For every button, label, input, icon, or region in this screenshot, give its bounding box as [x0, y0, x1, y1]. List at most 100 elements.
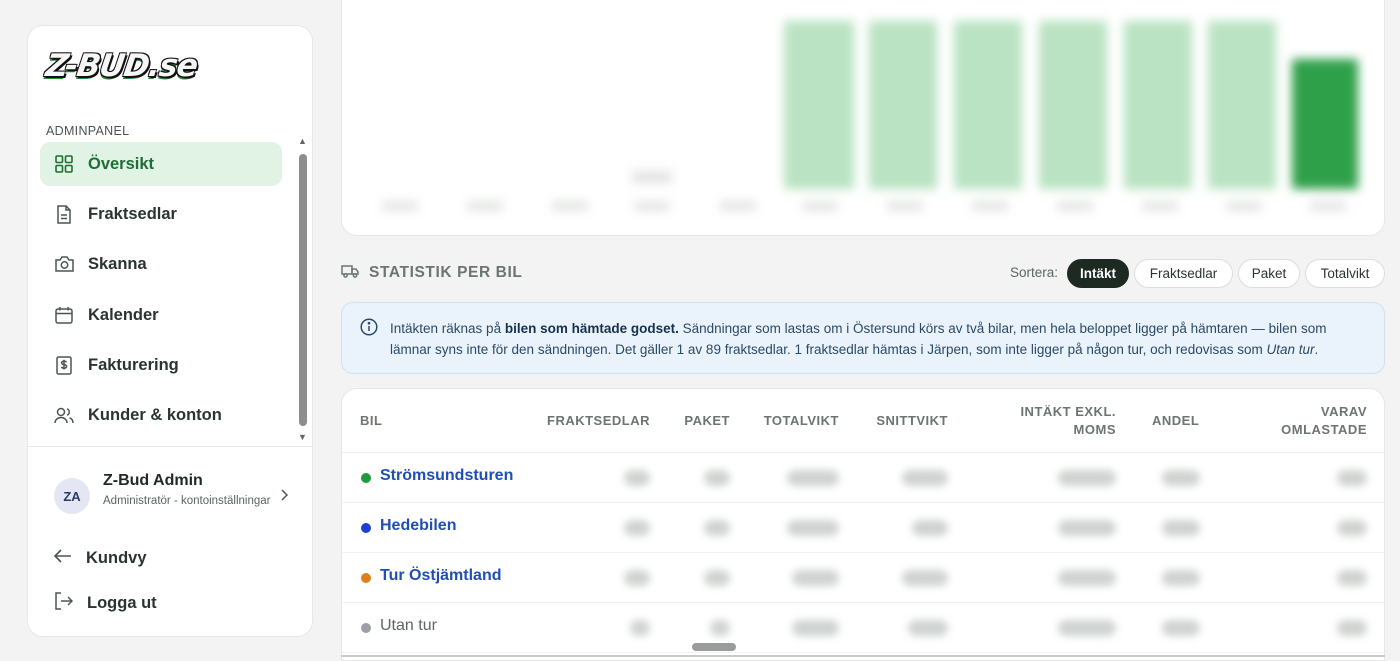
- avatar: ZA: [54, 478, 90, 514]
- vehicle-link[interactable]: Hedebilen: [380, 517, 456, 535]
- user-name: Z-Bud Admin: [103, 472, 203, 489]
- scroll-down-arrow-icon[interactable]: ▼: [298, 432, 307, 442]
- blurred-cell: [624, 470, 650, 486]
- blurred-cell: [1337, 470, 1367, 486]
- info-text-italic: Utan tur: [1266, 342, 1315, 357]
- truck-icon: [341, 264, 359, 283]
- table-bottom-border: [341, 655, 1385, 657]
- blurred-cell: [792, 570, 839, 586]
- table-row[interactable]: Utan tur: [342, 603, 1384, 653]
- column-header-bil[interactable]: BIL: [360, 412, 382, 430]
- logout-link[interactable]: Logga ut: [54, 588, 157, 618]
- sidebar: Z-BUD.se ADMINPANEL Översikt Fraktsedlar…: [27, 25, 313, 637]
- vehicle-stats-table: BIL FRAKTSEDLAR PAKET TOTALVIKT SNITTVIK…: [341, 388, 1385, 661]
- chart-card: [341, 0, 1385, 236]
- section-header: STATISTIK PER BIL: [341, 262, 522, 284]
- sidebar-item-fakturering[interactable]: Fakturering: [40, 343, 282, 387]
- sort-paket-button[interactable]: Paket: [1238, 259, 1300, 288]
- blurred-cell: [1162, 620, 1200, 636]
- blurred-cell: [1337, 570, 1367, 586]
- sidebar-item-kunder-konton[interactable]: Kunder & konton: [40, 393, 282, 437]
- sidebar-item-label: Översikt: [88, 154, 155, 173]
- blurred-cell: [1337, 520, 1367, 536]
- status-dot: [361, 473, 371, 483]
- sidebar-item-fraktsedlar[interactable]: Fraktsedlar: [40, 192, 282, 236]
- blurred-cell: [1337, 620, 1367, 636]
- sort-fraktsedlar-button[interactable]: Fraktsedlar: [1134, 259, 1233, 288]
- logo[interactable]: Z-BUD.se: [43, 48, 256, 88]
- logout-icon: [54, 591, 74, 615]
- column-header-intakt[interactable]: INTÄKT EXKL. MOMS: [982, 403, 1116, 439]
- sort-intakt-button[interactable]: Intäkt: [1067, 259, 1129, 288]
- blurred-cell: [912, 520, 948, 536]
- arrow-left-icon: [53, 548, 72, 568]
- status-dot: [361, 573, 371, 583]
- sidebar-item-kalender[interactable]: Kalender: [40, 293, 282, 337]
- status-dot: [361, 523, 371, 533]
- scroll-up-arrow-icon[interactable]: ▲: [298, 136, 307, 146]
- blurred-cell: [710, 620, 730, 636]
- table-row[interactable]: Hedebilen: [342, 503, 1384, 553]
- column-header-intakt-line: MOMS: [1073, 422, 1116, 437]
- logo-text: Z-BUD.se: [43, 48, 200, 84]
- table-row[interactable]: Tur Östjämtland: [342, 553, 1384, 603]
- column-header-paket[interactable]: PAKET: [662, 412, 730, 430]
- info-text-part: .: [1314, 342, 1319, 357]
- users-icon: [54, 405, 74, 425]
- blurred-cell: [1058, 570, 1116, 586]
- column-header-varav-omlastade[interactable]: VARAV OMLASTADE: [1242, 403, 1367, 439]
- sidebar-item-label: Fraktsedlar: [88, 204, 177, 223]
- blurred-cell: [1058, 470, 1116, 486]
- blurred-cell: [704, 520, 730, 536]
- sidebar-item-label: Skanna: [88, 254, 147, 273]
- scrollbar-thumb[interactable]: [299, 154, 307, 426]
- blurred-cell: [1162, 520, 1200, 536]
- grid-icon: [54, 154, 74, 174]
- panel-label: ADMINPANEL: [46, 124, 130, 138]
- horizontal-scrollbar-thumb[interactable]: [692, 643, 736, 651]
- info-banner: Intäkten räknas på bilen som hämtade god…: [341, 302, 1385, 374]
- sidebar-item-oversikt[interactable]: Översikt: [40, 142, 282, 186]
- column-header-intakt-line: INTÄKT EXKL.: [1020, 404, 1116, 419]
- chevron-right-icon: [280, 488, 289, 506]
- column-header-totalvikt[interactable]: TOTALVIKT: [742, 412, 839, 430]
- vehicle-link[interactable]: Tur Östjämtland: [380, 567, 502, 585]
- blurred-cell: [902, 470, 948, 486]
- sidebar-item-label: Kalender: [88, 305, 159, 324]
- customer-view-label: Kundvy: [86, 548, 147, 567]
- sidebar-scrollbar[interactable]: ▲ ▼: [296, 136, 310, 446]
- info-text-part: Intäkten räknas på: [390, 321, 505, 336]
- sidebar-item-skanna[interactable]: Skanna: [40, 242, 282, 286]
- blurred-cell: [902, 570, 948, 586]
- blurred-cell: [1058, 620, 1116, 636]
- blurred-cell: [787, 520, 839, 536]
- sidebar-divider: [28, 446, 312, 447]
- blurred-cell: [1162, 470, 1200, 486]
- customer-view-link[interactable]: Kundvy: [53, 543, 147, 573]
- blurred-cell: [624, 570, 650, 586]
- sort-totalvikt-button[interactable]: Totalvikt: [1305, 259, 1385, 288]
- camera-icon: [54, 254, 74, 274]
- column-header-varav-line: OMLASTADE: [1281, 422, 1367, 437]
- blurred-cell: [704, 470, 730, 486]
- column-header-andel[interactable]: ANDEL: [1152, 412, 1199, 430]
- sidebar-item-label: Kunder & konton: [88, 405, 222, 424]
- column-header-varav-line: VARAV: [1320, 404, 1367, 419]
- info-text-bold: bilen som hämtade godset.: [504, 321, 679, 336]
- status-dot: [361, 623, 371, 633]
- blurred-bar-chart: [382, 21, 1358, 211]
- vehicle-link[interactable]: Strömsundsturen: [380, 467, 513, 485]
- user-profile[interactable]: ZA Z-Bud Admin Administratör - kontoinst…: [54, 472, 294, 526]
- vehicle-name: Utan tur: [380, 617, 437, 634]
- sort-label: Sortera:: [1010, 265, 1059, 280]
- section-title: STATISTIK PER BIL: [369, 264, 523, 281]
- info-icon: [360, 318, 378, 341]
- table-row[interactable]: Strömsundsturen: [342, 453, 1384, 503]
- calendar-icon: [54, 305, 74, 325]
- blurred-cell: [792, 620, 839, 636]
- blurred-cell: [908, 620, 948, 636]
- blurred-cell: [630, 620, 650, 636]
- column-header-snittvikt[interactable]: SNITTVIKT: [852, 412, 948, 430]
- column-header-fraktsedlar[interactable]: FRAKTSEDLAR: [542, 412, 650, 430]
- user-subtitle: Administratör - kontoinställningar: [103, 495, 271, 507]
